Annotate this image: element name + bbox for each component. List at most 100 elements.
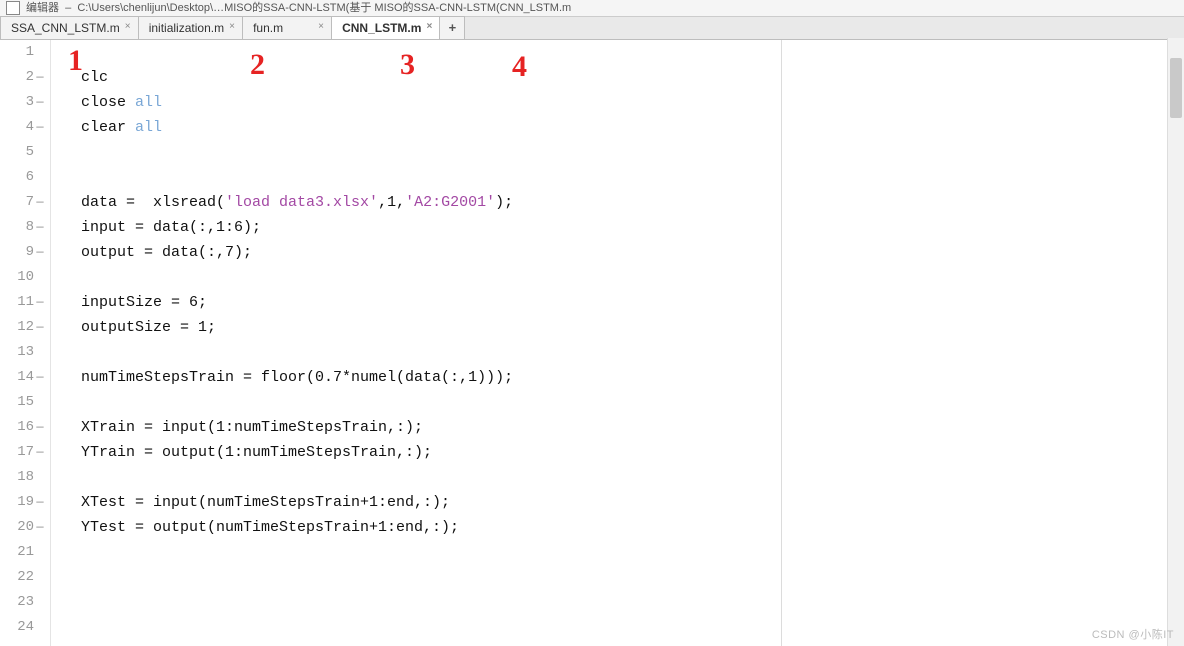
file-tab-0[interactable]: SSA_CNN_LSTM.m×	[0, 16, 139, 39]
code-line[interactable]	[51, 265, 1184, 290]
line-number: 9	[16, 240, 34, 265]
code-line[interactable]: outputSize = 1;	[51, 315, 1184, 340]
exec-dash-icon: —	[34, 65, 46, 90]
exec-dash-icon: —	[34, 415, 46, 440]
line-number: 14	[16, 365, 34, 390]
gutter-row: 16—	[0, 415, 50, 440]
exec-dash-icon: —	[34, 190, 46, 215]
document-icon	[6, 1, 20, 15]
gutter-row: 18	[0, 465, 50, 490]
line-number: 6	[16, 165, 34, 190]
string-literal: 'A2:G2001'	[405, 194, 495, 211]
exec-dash-icon: —	[34, 115, 46, 140]
tab-label: CNN_LSTM.m	[342, 21, 421, 35]
close-icon[interactable]: ×	[226, 21, 238, 33]
code-line[interactable]	[51, 40, 1184, 65]
window-titlebar: 编辑器 – C:\Users\chenlijun\Desktop\…MISO的S…	[0, 0, 1184, 17]
line-number: 5	[16, 140, 34, 165]
keyword: all	[135, 119, 162, 136]
line-number: 13	[16, 340, 34, 365]
gutter-row: 17—	[0, 440, 50, 465]
code-token: ,1,	[378, 194, 405, 211]
code-token: YTest = output(numTimeStepsTrain+1:end,:…	[81, 519, 459, 536]
code-line[interactable]: inputSize = 6;	[51, 290, 1184, 315]
gutter-row: 2—	[0, 65, 50, 90]
watermark: CSDN @小陈IT	[1092, 626, 1174, 642]
gutter-row: 12—	[0, 315, 50, 340]
gutter-row: 15	[0, 390, 50, 415]
code-line[interactable]: numTimeStepsTrain = floor(0.7*numel(data…	[51, 365, 1184, 390]
gutter-row: 5	[0, 140, 50, 165]
code-line[interactable]	[51, 615, 1184, 640]
line-number: 11	[16, 290, 34, 315]
gutter-row: 22	[0, 565, 50, 590]
code-line[interactable]	[51, 465, 1184, 490]
gutter-row: 9—	[0, 240, 50, 265]
vertical-scrollbar[interactable]	[1167, 38, 1184, 646]
exec-dash-icon: —	[34, 215, 46, 240]
code-token: XTrain = input(1:numTimeStepsTrain,:);	[81, 419, 423, 436]
close-icon[interactable]: ×	[315, 21, 327, 33]
line-gutter: 12—3—4—567—8—9—1011—12—1314—1516—17—1819…	[0, 40, 51, 646]
code-token: XTest = input(numTimeStepsTrain+1:end,:)…	[81, 494, 450, 511]
code-token: inputSize = 6;	[81, 294, 207, 311]
code-area[interactable]: clc close allclear all data = xlsread('loa…	[51, 40, 1184, 646]
code-token: data = xlsread(	[81, 194, 225, 211]
code-line[interactable]: close all	[51, 90, 1184, 115]
code-line[interactable]: YTrain = output(1:numTimeStepsTrain,:);	[51, 440, 1184, 465]
line-number: 10	[16, 265, 34, 290]
file-tab-2[interactable]: fun.m ×	[242, 16, 332, 39]
gutter-row: 7—	[0, 190, 50, 215]
gutter-row: 8—	[0, 215, 50, 240]
gutter-row: 4—	[0, 115, 50, 140]
code-line[interactable]: XTrain = input(1:numTimeStepsTrain,:);	[51, 415, 1184, 440]
code-token: outputSize = 1;	[81, 319, 216, 336]
close-icon[interactable]: ×	[122, 21, 134, 33]
code-line[interactable]	[51, 590, 1184, 615]
code-line[interactable]	[51, 165, 1184, 190]
tab-label: SSA_CNN_LSTM.m	[11, 21, 120, 35]
close-icon[interactable]: ×	[423, 21, 435, 33]
code-line[interactable]	[51, 565, 1184, 590]
file-tab-3[interactable]: CNN_LSTM.m×	[331, 16, 440, 39]
exec-dash-icon: —	[34, 90, 46, 115]
split-divider[interactable]	[781, 40, 782, 646]
line-number: 2	[16, 65, 34, 90]
code-line[interactable]: clear all	[51, 115, 1184, 140]
line-number: 22	[16, 565, 34, 590]
tab-bar: SSA_CNN_LSTM.m×initialization.m×fun.m×CN…	[0, 17, 1184, 40]
code-line[interactable]: XTest = input(numTimeStepsTrain+1:end,:)…	[51, 490, 1184, 515]
gutter-row: 6	[0, 165, 50, 190]
code-line[interactable]: output = data(:,7);	[51, 240, 1184, 265]
tab-label: fun.m	[253, 21, 283, 35]
code-line[interactable]	[51, 390, 1184, 415]
gutter-row: 23	[0, 590, 50, 615]
code-line[interactable]: YTest = output(numTimeStepsTrain+1:end,:…	[51, 515, 1184, 540]
line-number: 21	[16, 540, 34, 565]
line-number: 8	[16, 215, 34, 240]
exec-dash-icon: —	[34, 490, 46, 515]
gutter-row: 24	[0, 615, 50, 640]
line-number: 19	[16, 490, 34, 515]
code-line[interactable]	[51, 140, 1184, 165]
code-line[interactable]	[51, 340, 1184, 365]
file-tab-1[interactable]: initialization.m×	[138, 16, 243, 39]
tab-label: initialization.m	[149, 21, 224, 35]
scrollbar-thumb[interactable]	[1170, 58, 1182, 118]
code-line[interactable]	[51, 540, 1184, 565]
exec-dash-icon: —	[34, 240, 46, 265]
new-tab-button[interactable]: +	[439, 16, 465, 39]
code-token: clc	[81, 69, 108, 86]
exec-dash-icon: —	[34, 315, 46, 340]
code-line[interactable]: clc	[51, 65, 1184, 90]
exec-dash-icon: —	[34, 365, 46, 390]
gutter-row: 21	[0, 540, 50, 565]
code-token: );	[495, 194, 513, 211]
string-literal: 'load data3.xlsx'	[225, 194, 378, 211]
gutter-row: 13	[0, 340, 50, 365]
gutter-row: 11—	[0, 290, 50, 315]
code-line[interactable]: input = data(:,1:6);	[51, 215, 1184, 240]
line-number: 7	[16, 190, 34, 215]
gutter-row: 3—	[0, 90, 50, 115]
code-line[interactable]: data = xlsread('load data3.xlsx',1,'A2:G…	[51, 190, 1184, 215]
